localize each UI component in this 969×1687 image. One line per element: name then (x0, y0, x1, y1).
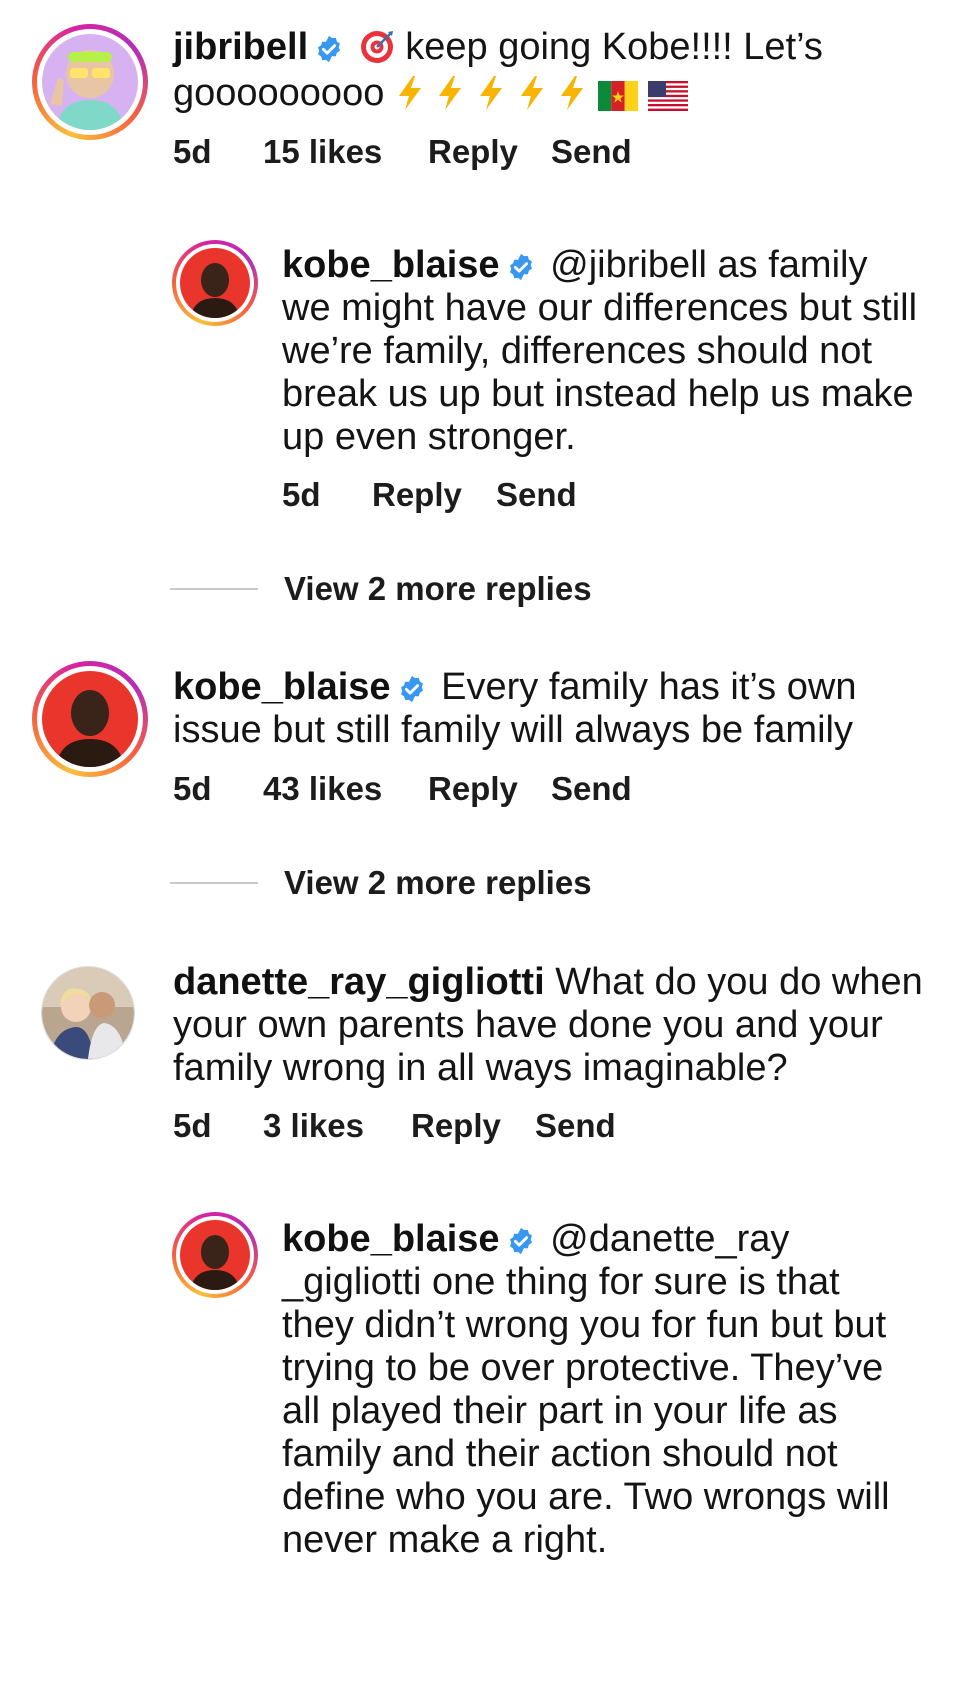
divider-line (170, 882, 258, 884)
reply-button[interactable]: Reply (428, 133, 551, 171)
comment-time: 5d (282, 476, 321, 513)
avatar-image (42, 967, 134, 1059)
comment-meta: 5d Reply Send (282, 476, 577, 514)
view-more-replies-button[interactable]: View 2 more replies (170, 570, 592, 608)
lightning-emoji-icon (480, 76, 503, 110)
verified-badge-icon (509, 1227, 532, 1255)
reply-button[interactable]: Reply (372, 476, 496, 514)
comment-text-block: jibribell keep going Kobe!!!! Let’s gooo… (173, 24, 933, 116)
lightning-emoji-icon (561, 76, 584, 110)
lightning-emoji-icon (439, 76, 462, 110)
cameroon-flag-icon (597, 81, 638, 111)
us-flag-icon (648, 81, 689, 111)
send-button[interactable]: Send (551, 133, 632, 171)
username[interactable]: kobe_blaise (282, 244, 500, 286)
avatar-image (42, 34, 138, 130)
send-button[interactable]: Send (535, 1107, 616, 1145)
view-more-replies-label[interactable]: View 2 more replies (284, 570, 592, 608)
verified-badge-icon (400, 675, 423, 703)
verified-badge-icon (509, 253, 532, 281)
username[interactable]: jibribell (173, 26, 308, 68)
avatar-kobe-blaise[interactable] (32, 661, 148, 777)
username[interactable]: danette_ray_gigliotti (173, 961, 545, 1003)
avatar-image (180, 1220, 250, 1290)
username[interactable]: kobe_blaise (173, 666, 391, 708)
avatar-image (180, 248, 250, 318)
avatar-danette-ray-gigliotti[interactable] (41, 966, 135, 1060)
divider-line (170, 588, 258, 590)
likes-count[interactable]: 3 likes (263, 1107, 411, 1145)
comment-meta: 5d 3 likes Reply Send (173, 1107, 616, 1145)
likes-count[interactable]: 43 likes (263, 770, 428, 808)
view-more-replies-button[interactable]: View 2 more replies (170, 864, 592, 902)
username[interactable]: kobe_blaise (282, 1218, 500, 1260)
verified-badge-icon (318, 35, 341, 63)
avatar-kobe-blaise[interactable] (172, 240, 258, 326)
send-button[interactable]: Send (551, 770, 632, 808)
view-more-replies-label[interactable]: View 2 more replies (284, 864, 592, 902)
avatar-jibribell[interactable] (32, 24, 148, 140)
comment-text-block: kobe_blaise Every family has it’s own is… (173, 666, 933, 752)
reply-button[interactable]: Reply (428, 770, 551, 808)
avatar-kobe-blaise[interactable] (172, 1212, 258, 1298)
comment-time: 5d (173, 133, 212, 170)
target-emoji-icon (360, 31, 393, 63)
comment-time: 5d (173, 770, 212, 807)
lightning-emoji-icon (398, 76, 421, 110)
send-button[interactable]: Send (496, 476, 577, 514)
comment-text: @danette_ray _gigliotti one thing for su… (282, 1218, 890, 1561)
comment-meta: 5d 43 likes Reply Send (173, 770, 632, 808)
avatar-image (42, 671, 138, 767)
likes-count[interactable]: 15 likes (263, 133, 428, 171)
lightning-emoji-icon (520, 76, 543, 110)
comment-text-block: kobe_blaise @jibribell as family we migh… (282, 244, 922, 459)
reply-button[interactable]: Reply (411, 1107, 535, 1145)
comment-time: 5d (173, 1107, 212, 1144)
comment-text-block: danette_ray_gigliotti What do you do whe… (173, 961, 933, 1090)
comment-text-block: kobe_blaise @danette_ray _gigliotti one … (282, 1218, 902, 1562)
comment-meta: 5d 15 likes Reply Send (173, 133, 632, 171)
